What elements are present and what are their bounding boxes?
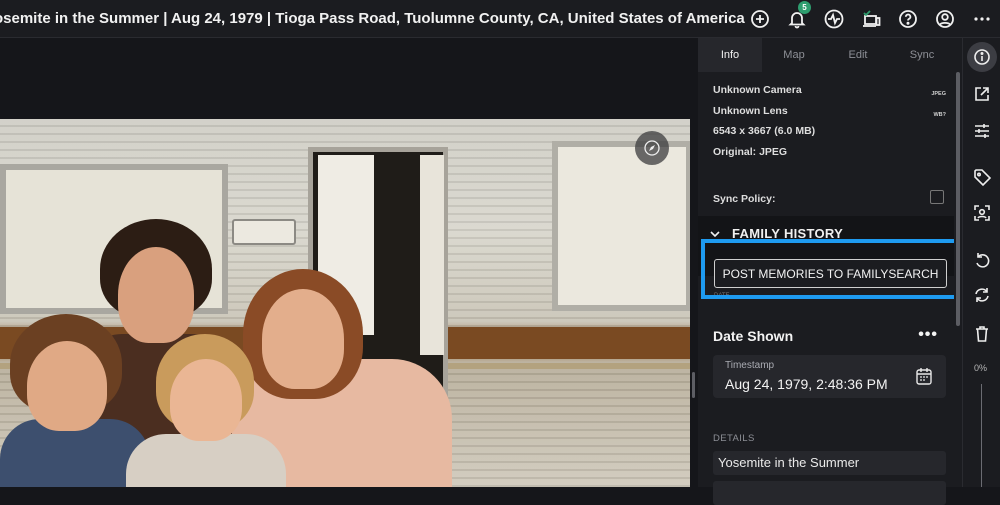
compass-icon[interactable]	[635, 131, 669, 165]
lens-format-tag: WB?	[933, 112, 946, 118]
date-more-button[interactable]: •••	[918, 326, 938, 344]
tab-edit[interactable]: Edit	[826, 38, 890, 72]
photo-title: osemite in the Summer | Aug 24, 1979 | T…	[0, 10, 745, 27]
tab-map[interactable]: Map	[762, 38, 826, 72]
camera-text: Unknown Camera	[713, 84, 802, 96]
date-shown-title: Date Shown	[713, 328, 794, 344]
panel-splitter[interactable]	[690, 38, 698, 487]
details-title-field[interactable]: Yosemite in the Summer	[713, 451, 946, 475]
activity-icon[interactable]	[815, 0, 852, 38]
timestamp-field[interactable]: Timestamp Aug 24, 1979, 2:48:36 PM	[713, 355, 946, 398]
sync-policy-label: Sync Policy:	[713, 193, 776, 205]
girl-face	[170, 359, 242, 441]
tab-sync[interactable]: Sync	[890, 38, 954, 72]
boy-face	[27, 341, 107, 431]
rotate-right-icon[interactable]	[967, 280, 997, 310]
details-description-field[interactable]	[713, 481, 946, 505]
more-icon[interactable]	[963, 0, 1000, 38]
panel-scrollbar[interactable]	[954, 38, 962, 487]
open-external-icon[interactable]	[967, 79, 997, 109]
add-circle-icon[interactable]	[741, 0, 778, 38]
lens-text: Unknown Lens	[713, 104, 788, 117]
trailer-window-right	[552, 141, 690, 311]
tab-info[interactable]: Info	[698, 38, 762, 72]
trash-icon[interactable]	[967, 319, 997, 349]
scrollbar-thumb[interactable]	[956, 72, 960, 326]
help-icon[interactable]	[889, 0, 926, 38]
sync-policy-icon[interactable]	[930, 190, 944, 204]
man-face	[118, 247, 194, 343]
zoom-slider[interactable]	[981, 384, 982, 487]
right-toolbar: 0%	[962, 38, 1000, 487]
calendar-icon[interactable]	[916, 367, 932, 385]
bell-icon[interactable]: 5	[778, 0, 815, 38]
photo-viewer[interactable]	[0, 38, 690, 487]
panel-tabs: Info Map Edit Sync	[698, 38, 954, 72]
chevron-down-icon	[710, 230, 720, 237]
account-icon[interactable]	[926, 0, 963, 38]
trailer-sign	[232, 219, 296, 245]
adjust-icon[interactable]	[967, 116, 997, 146]
family-photo	[0, 119, 690, 487]
top-bar: osemite in the Summer | Aug 24, 1979 | T…	[0, 0, 1000, 38]
splitter-grip[interactable]	[692, 372, 695, 398]
timestamp-value: Aug 24, 1979, 2:48:36 PM	[725, 376, 888, 392]
top-actions: 5	[741, 0, 1000, 38]
camera-format-tag: JPEG	[931, 91, 946, 97]
focus-highlight	[701, 239, 962, 299]
original-format-text: Original: JPEG	[713, 145, 788, 158]
zoom-level: 0%	[974, 363, 988, 373]
details-label: DETAILS	[713, 433, 755, 444]
file-metadata: Unknown Camera Unknown Lens 6543 x 3667 …	[713, 84, 815, 166]
devices-sync-icon[interactable]	[852, 0, 889, 38]
woman-face	[262, 289, 344, 389]
dimensions-text: 6543 x 3667 (6.0 MB)	[713, 125, 816, 137]
tag-icon[interactable]	[967, 162, 997, 192]
timestamp-label: Timestamp	[725, 360, 775, 371]
info-icon[interactable]	[967, 42, 997, 72]
notification-badge: 5	[798, 1, 811, 14]
face-icon[interactable]	[967, 198, 997, 228]
rotate-left-icon[interactable]	[967, 245, 997, 275]
